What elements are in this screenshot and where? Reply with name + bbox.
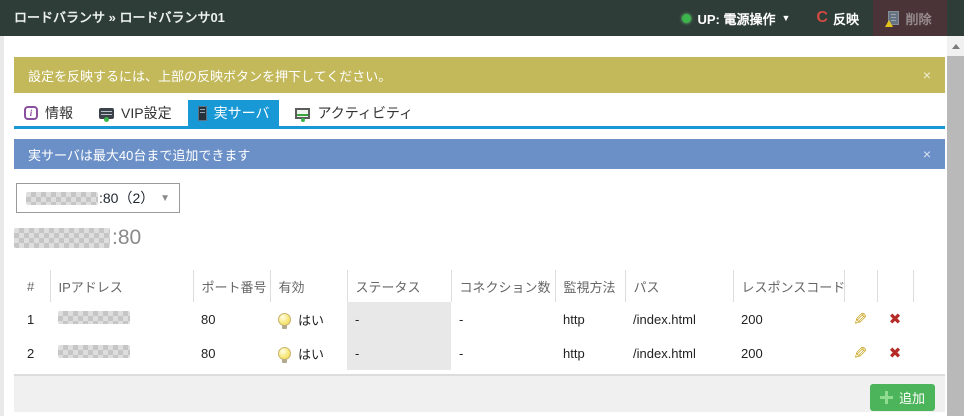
col-port: ポート番号 [193, 270, 270, 302]
network-port-icon [99, 108, 114, 119]
row-number: 2 [14, 336, 50, 370]
table-row: 2 80 はい - - http /index.html 200 ✎ ✖ [14, 336, 913, 370]
enabled-label: はい [298, 310, 324, 329]
tab-info[interactable]: i 情報 [14, 100, 83, 126]
enabled-cell: はい [270, 302, 347, 336]
tab-real-servers[interactable]: 実サーバ [188, 100, 280, 126]
topbar: ロードバランサ » ロードバランサ01 UP: 電源操作 ▼ C 反映 削除 [0, 0, 964, 36]
monitor-cell: http [555, 302, 625, 336]
row-number: 1 [14, 302, 50, 336]
col-ip-address: IPアドレス [50, 270, 193, 302]
apply-button[interactable]: C 反映 [816, 9, 859, 28]
lightbulb-icon [278, 347, 291, 360]
table-header-row: # IPアドレス ポート番号 有効 ステータス コネクション数 監視方法 パス … [14, 270, 913, 302]
col-connections: コネクション数 [451, 270, 555, 302]
connections-cell: - [451, 336, 555, 370]
tab-real-servers-label: 実サーバ [214, 103, 270, 123]
active-tab-underline [14, 126, 945, 129]
refresh-icon: C [816, 9, 828, 27]
response-code-cell: 200 [733, 336, 844, 370]
delete-x-icon[interactable]: ✖ [889, 312, 902, 327]
delete-warning-icon [888, 11, 899, 25]
max-servers-text: 実サーバは最大40台まで追加できます [28, 145, 250, 164]
censored-ip-block [26, 192, 98, 205]
activity-monitor-icon [295, 108, 310, 119]
left-edge [0, 36, 4, 416]
col-status: ステータス [347, 270, 451, 302]
col-edit-actions [844, 270, 877, 302]
status-cell: - [347, 336, 451, 370]
edit-pencil-icon[interactable]: ✎ [853, 311, 867, 328]
tab-vip-settings[interactable]: VIP設定 [89, 100, 182, 126]
delete-cell: ✖ [877, 336, 913, 370]
plus-icon [880, 391, 893, 404]
tab-activity-label: アクティビティ [317, 103, 413, 123]
chevron-down-icon: ▼ [160, 193, 170, 204]
edit-pencil-icon[interactable]: ✎ [853, 345, 867, 362]
port-cell: 80 [193, 336, 270, 370]
col-delete-actions [877, 270, 913, 302]
page: ロードバランサ » ロードバランサ01 UP: 電源操作 ▼ C 反映 削除 設… [0, 0, 964, 416]
ip-address-cell [50, 302, 193, 336]
col-number: # [14, 270, 50, 302]
status-cell: - [347, 302, 451, 336]
censored-ip-block [58, 311, 130, 324]
scrollbar-thumb[interactable] [947, 56, 964, 416]
tab-info-label: 情報 [45, 103, 73, 123]
server-icon [198, 106, 207, 121]
path-cell: /index.html [625, 336, 733, 370]
enabled-label: はい [298, 344, 324, 363]
tab-bar: i 情報 VIP設定 実サーバ アクティビティ [14, 100, 423, 126]
scroll-up-button[interactable] [947, 36, 964, 56]
monitor-cell: http [555, 336, 625, 370]
delete-x-icon[interactable]: ✖ [889, 346, 902, 361]
power-menu-label: UP: 電源操作 [697, 9, 775, 28]
table-row: 1 80 はい - - http /index.html 200 ✎ ✖ [14, 302, 913, 336]
col-response-code: レスポンスコード [733, 270, 844, 302]
apply-warning-banner: 設定を反映するには、上部の反映ボタンを押下してください。 × [14, 57, 945, 93]
col-enabled: 有効 [270, 270, 347, 302]
vip-heading-port: :80 [112, 226, 141, 250]
connections-cell: - [451, 302, 555, 336]
vip-selector-value: :80（2） [99, 188, 154, 208]
edit-cell: ✎ [844, 302, 877, 336]
table-footer-bar: 追加 [14, 374, 945, 412]
vip-heading: :80 [14, 226, 141, 250]
col-path: パス [625, 270, 733, 302]
add-button-label: 追加 [899, 388, 925, 407]
topbar-actions: UP: 電源操作 ▼ C 反映 削除 [682, 0, 947, 36]
status-up-dot-icon [682, 14, 691, 23]
tab-vip-settings-label: VIP設定 [121, 103, 172, 123]
delete-cell: ✖ [877, 302, 913, 336]
tab-activity[interactable]: アクティビティ [285, 100, 423, 126]
real-servers-table: # IPアドレス ポート番号 有効 ステータス コネクション数 監視方法 パス … [14, 270, 914, 370]
lightbulb-icon [278, 313, 291, 326]
delete-loadbalancer-button[interactable]: 削除 [873, 0, 947, 36]
apply-warning-text: 設定を反映するには、上部の反映ボタンを押下してください。 [28, 66, 391, 85]
response-code-cell: 200 [733, 302, 844, 336]
censored-ip-block [58, 345, 130, 358]
close-icon[interactable]: × [923, 147, 931, 161]
apply-button-label: 反映 [833, 9, 859, 28]
vip-selector[interactable]: :80（2） ▼ [16, 183, 180, 213]
enabled-cell: はい [270, 336, 347, 370]
edit-cell: ✎ [844, 336, 877, 370]
add-server-button[interactable]: 追加 [870, 384, 935, 411]
chevron-up-icon [952, 44, 960, 49]
max-servers-banner: 実サーバは最大40台まで追加できます × [14, 139, 945, 169]
delete-button-label: 削除 [905, 9, 931, 28]
info-icon: i [24, 106, 38, 120]
power-menu-button[interactable]: UP: 電源操作 ▼ [682, 9, 790, 28]
ip-address-cell [50, 336, 193, 370]
censored-ip-block [14, 228, 110, 248]
close-icon[interactable]: × [923, 68, 931, 82]
scrollbar[interactable] [947, 36, 964, 416]
chevron-down-icon: ▼ [782, 13, 791, 23]
port-cell: 80 [193, 302, 270, 336]
col-monitor: 監視方法 [555, 270, 625, 302]
path-cell: /index.html [625, 302, 733, 336]
breadcrumb: ロードバランサ » ロードバランサ01 [14, 0, 225, 36]
